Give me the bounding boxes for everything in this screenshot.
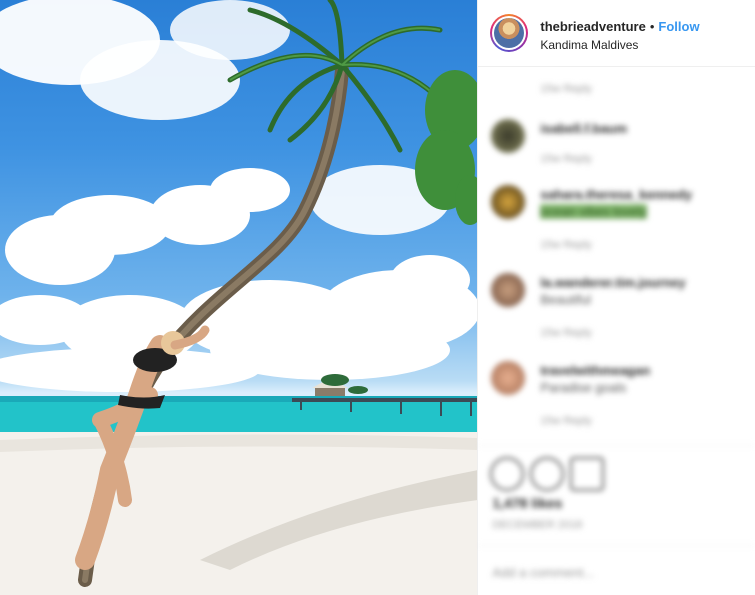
comment-text: Paradise goals: [540, 380, 627, 395]
comment-author[interactable]: la.wanderer.tim.journey: [540, 275, 685, 290]
follow-button[interactable]: Follow: [658, 19, 699, 34]
comment-text: Beautiful: [540, 292, 591, 307]
comment-author[interactable]: travelwithmeagan: [540, 363, 650, 378]
actions-divider: [478, 445, 755, 446]
comments-list: 15w Reply isabell.f.baum 15w Reply sahar…: [478, 67, 755, 595]
comment-time[interactable]: 15w Reply: [540, 415, 591, 427]
location-link[interactable]: Kandima Maldives: [540, 38, 638, 52]
avatar[interactable]: [490, 14, 529, 52]
sand: [0, 432, 478, 595]
comment-time[interactable]: 15w Reply: [540, 153, 591, 165]
post-photo[interactable]: [0, 0, 478, 595]
username-line: thebrieadventure • Follow: [540, 19, 699, 34]
instagram-post: thebrieadventure • Follow Kandima Maldives…: [0, 0, 755, 595]
comment-avatar[interactable]: [491, 273, 526, 307]
heart-icon[interactable]: [490, 457, 525, 491]
add-comment-input[interactable]: Add a comment...: [492, 565, 594, 580]
comment-avatar[interactable]: [491, 185, 526, 219]
comment-author[interactable]: isabell.f.baum: [540, 121, 627, 136]
share-icon[interactable]: [570, 457, 605, 491]
comment-avatar[interactable]: [491, 119, 526, 153]
comment-divider: [478, 545, 755, 546]
comment-time[interactable]: 15w Reply: [540, 327, 591, 339]
comment-avatar[interactable]: [491, 361, 526, 395]
comment-text: ocean vibes lovely: [540, 204, 647, 219]
post-header: thebrieadventure • Follow Kandima Maldives: [478, 0, 755, 67]
clouds: [0, 0, 478, 392]
beach-photo-illustration: [0, 0, 478, 595]
post-date: DECEMBER 2018: [492, 519, 583, 531]
username-link[interactable]: thebrieadventure: [540, 19, 645, 34]
likes-count[interactable]: 1,478 likes: [492, 495, 562, 511]
profile-picture: [494, 18, 525, 48]
post-sidebar: thebrieadventure • Follow Kandima Maldives…: [477, 0, 755, 595]
comment-time[interactable]: 15w Reply: [540, 83, 591, 95]
separator-dot: •: [649, 19, 655, 34]
comment-icon[interactable]: [530, 457, 565, 491]
comment-author[interactable]: sahara.theresa_kennedy: [540, 187, 692, 202]
comment-time[interactable]: 15w Reply: [540, 239, 591, 251]
